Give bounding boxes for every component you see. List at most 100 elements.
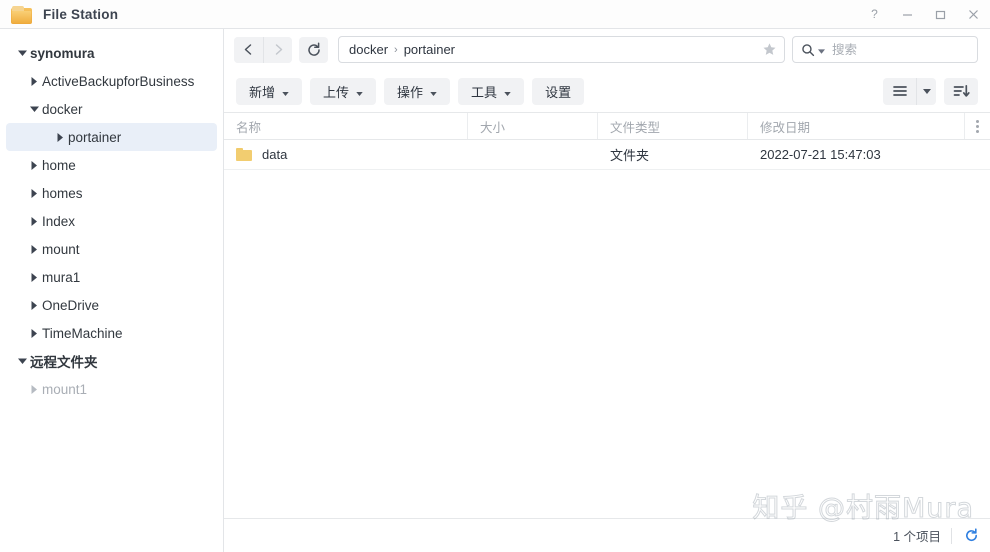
caret-down-icon bbox=[282, 84, 289, 99]
item-count-label: 1 个项目 bbox=[893, 530, 941, 544]
caret-down-icon bbox=[356, 84, 363, 99]
toolbar-button-4[interactable]: 设置 bbox=[532, 77, 585, 105]
column-header-type[interactable]: 文件类型 bbox=[598, 113, 748, 139]
sidebar-item-home[interactable]: home bbox=[6, 151, 217, 179]
sidebar-item-label: mount1 bbox=[42, 381, 88, 397]
caret-right-icon[interactable] bbox=[52, 132, 68, 142]
minimize-button[interactable] bbox=[891, 0, 924, 29]
sidebar-item-label: OneDrive bbox=[42, 297, 100, 313]
caret-right-icon[interactable] bbox=[26, 384, 42, 394]
caret-right-icon[interactable] bbox=[26, 216, 42, 226]
sidebar-item-label: home bbox=[42, 157, 76, 173]
sidebar-item-label: mura1 bbox=[42, 269, 81, 285]
sidebar-item-index[interactable]: Index bbox=[6, 207, 217, 235]
status-refresh-icon[interactable] bbox=[962, 527, 980, 545]
sort-descending-icon[interactable] bbox=[944, 77, 978, 105]
sidebar-item-mount1[interactable]: mount1 bbox=[6, 375, 217, 403]
sidebar-item-label: TimeMachine bbox=[42, 325, 123, 341]
maximize-button[interactable] bbox=[924, 0, 957, 29]
star-icon[interactable] bbox=[760, 41, 778, 59]
sidebar-item-label: Index bbox=[42, 213, 76, 229]
caret-right-icon[interactable] bbox=[26, 160, 42, 170]
breadcrumb-segment[interactable]: portainer bbox=[404, 42, 455, 57]
breadcrumb: docker › portainer bbox=[349, 42, 760, 57]
navigation-bar: docker › portainer bbox=[224, 29, 990, 70]
toolbar-button-label: 设置 bbox=[545, 84, 572, 100]
search-box[interactable] bbox=[792, 36, 978, 63]
svg-text:?: ? bbox=[871, 8, 878, 21]
caret-down-icon bbox=[430, 84, 437, 99]
toolbar-button-label: 新增 bbox=[249, 84, 276, 100]
action-toolbar: 新增 上传 操作 工具 设置 bbox=[224, 70, 990, 112]
title-bar: File Station ? bbox=[0, 0, 990, 29]
column-header-size[interactable]: 大小 bbox=[468, 113, 598, 139]
column-header-date[interactable]: 修改日期 bbox=[748, 113, 964, 139]
caret-down-icon[interactable] bbox=[818, 41, 825, 59]
caret-down-icon[interactable] bbox=[26, 106, 42, 112]
toolbar-button-label: 操作 bbox=[397, 84, 424, 100]
status-divider bbox=[951, 527, 952, 544]
sidebar-item-label: portainer bbox=[68, 129, 122, 145]
view-mode-group bbox=[883, 77, 936, 105]
status-bar: 1 个项目 bbox=[224, 518, 990, 552]
file-name-label: data bbox=[262, 147, 288, 162]
sidebar-item-onedrive[interactable]: OneDrive bbox=[6, 291, 217, 319]
caret-right-icon[interactable] bbox=[26, 76, 42, 86]
cell-date: 2022-07-21 15:47:03 bbox=[760, 147, 881, 162]
sidebar-item-label: ActiveBackupforBusiness bbox=[42, 73, 195, 89]
refresh-button[interactable] bbox=[299, 36, 328, 63]
table-row[interactable]: data 文件夹 2022-07-21 15:47:03 bbox=[224, 140, 990, 170]
sidebar-item-label: homes bbox=[42, 185, 83, 201]
sidebar-item-portainer[interactable]: portainer bbox=[6, 123, 217, 151]
sidebar-item-docker[interactable]: docker bbox=[6, 95, 217, 123]
column-header-name[interactable]: 名称 bbox=[224, 113, 468, 139]
caret-right-icon[interactable] bbox=[26, 328, 42, 338]
view-mode-caret-down-icon[interactable] bbox=[916, 77, 936, 105]
sidebar-item-远程文件夹[interactable]: 远程文件夹 bbox=[6, 347, 217, 375]
more-options-icon[interactable] bbox=[964, 113, 990, 139]
forward-button[interactable] bbox=[263, 36, 292, 63]
sidebar-item-homes[interactable]: homes bbox=[6, 179, 217, 207]
sidebar-item-label: mount bbox=[42, 241, 80, 257]
caret-right-icon[interactable] bbox=[26, 188, 42, 198]
toolbar-button-label: 工具 bbox=[471, 84, 498, 100]
main-pane: docker›portainer 新增上传操作工具设 bbox=[224, 29, 990, 552]
toolbar-button-2[interactable]: 操作 bbox=[384, 77, 451, 105]
nav-history-buttons bbox=[234, 36, 292, 63]
list-view-icon[interactable] bbox=[883, 78, 916, 105]
cell-name: data bbox=[224, 147, 468, 162]
sidebar-item-timemachine[interactable]: TimeMachine bbox=[6, 319, 217, 347]
caret-down-icon[interactable] bbox=[14, 358, 30, 364]
back-button[interactable] bbox=[234, 36, 263, 63]
toolbar-button-label: 上传 bbox=[323, 84, 350, 100]
caret-down-icon[interactable] bbox=[14, 50, 30, 56]
sidebar-item-mount[interactable]: mount bbox=[6, 235, 217, 263]
file-list-body: data 文件夹 2022-07-21 15:47:03 bbox=[224, 140, 990, 518]
sidebar-item-mura1[interactable]: mura1 bbox=[6, 263, 217, 291]
file-list: 名称 大小 文件类型 修改日期 data 文件夹 2022-07-21 15:47:… bbox=[224, 112, 990, 518]
sidebar-tree: synomura ActiveBackupforBusiness docker por… bbox=[0, 29, 224, 552]
breadcrumb-segment[interactable]: docker bbox=[349, 42, 388, 57]
address-bar[interactable]: docker › portainer bbox=[338, 36, 785, 63]
file-station-window: File Station ? synomura ActiveBackupforBu… bbox=[0, 0, 990, 552]
caret-right-icon[interactable] bbox=[26, 300, 42, 310]
sidebar-item-label: synomura bbox=[30, 45, 95, 61]
toolbar-button-0[interactable]: 新增 bbox=[236, 77, 303, 105]
caret-right-icon[interactable] bbox=[26, 272, 42, 282]
cell-type: 文件夹 bbox=[610, 148, 650, 163]
file-list-header: 名称 大小 文件类型 修改日期 bbox=[224, 113, 990, 140]
folder-icon bbox=[11, 5, 32, 24]
sidebar-item-label: 远程文件夹 bbox=[30, 355, 98, 370]
folder-icon bbox=[236, 148, 252, 161]
search-icon bbox=[801, 43, 815, 57]
sidebar-item-activebackupforbusiness[interactable]: ActiveBackupforBusiness bbox=[6, 67, 217, 95]
close-button[interactable] bbox=[957, 0, 990, 29]
app-title: File Station bbox=[43, 6, 119, 22]
help-button[interactable]: ? bbox=[858, 0, 891, 29]
breadcrumb-separator: › bbox=[394, 43, 398, 56]
caret-right-icon[interactable] bbox=[26, 244, 42, 254]
toolbar-button-3[interactable]: 工具 bbox=[458, 77, 525, 105]
sidebar-item-synomura[interactable]: synomura bbox=[6, 39, 217, 67]
toolbar-button-1[interactable]: 上传 bbox=[310, 77, 377, 105]
search-input[interactable] bbox=[828, 42, 969, 57]
